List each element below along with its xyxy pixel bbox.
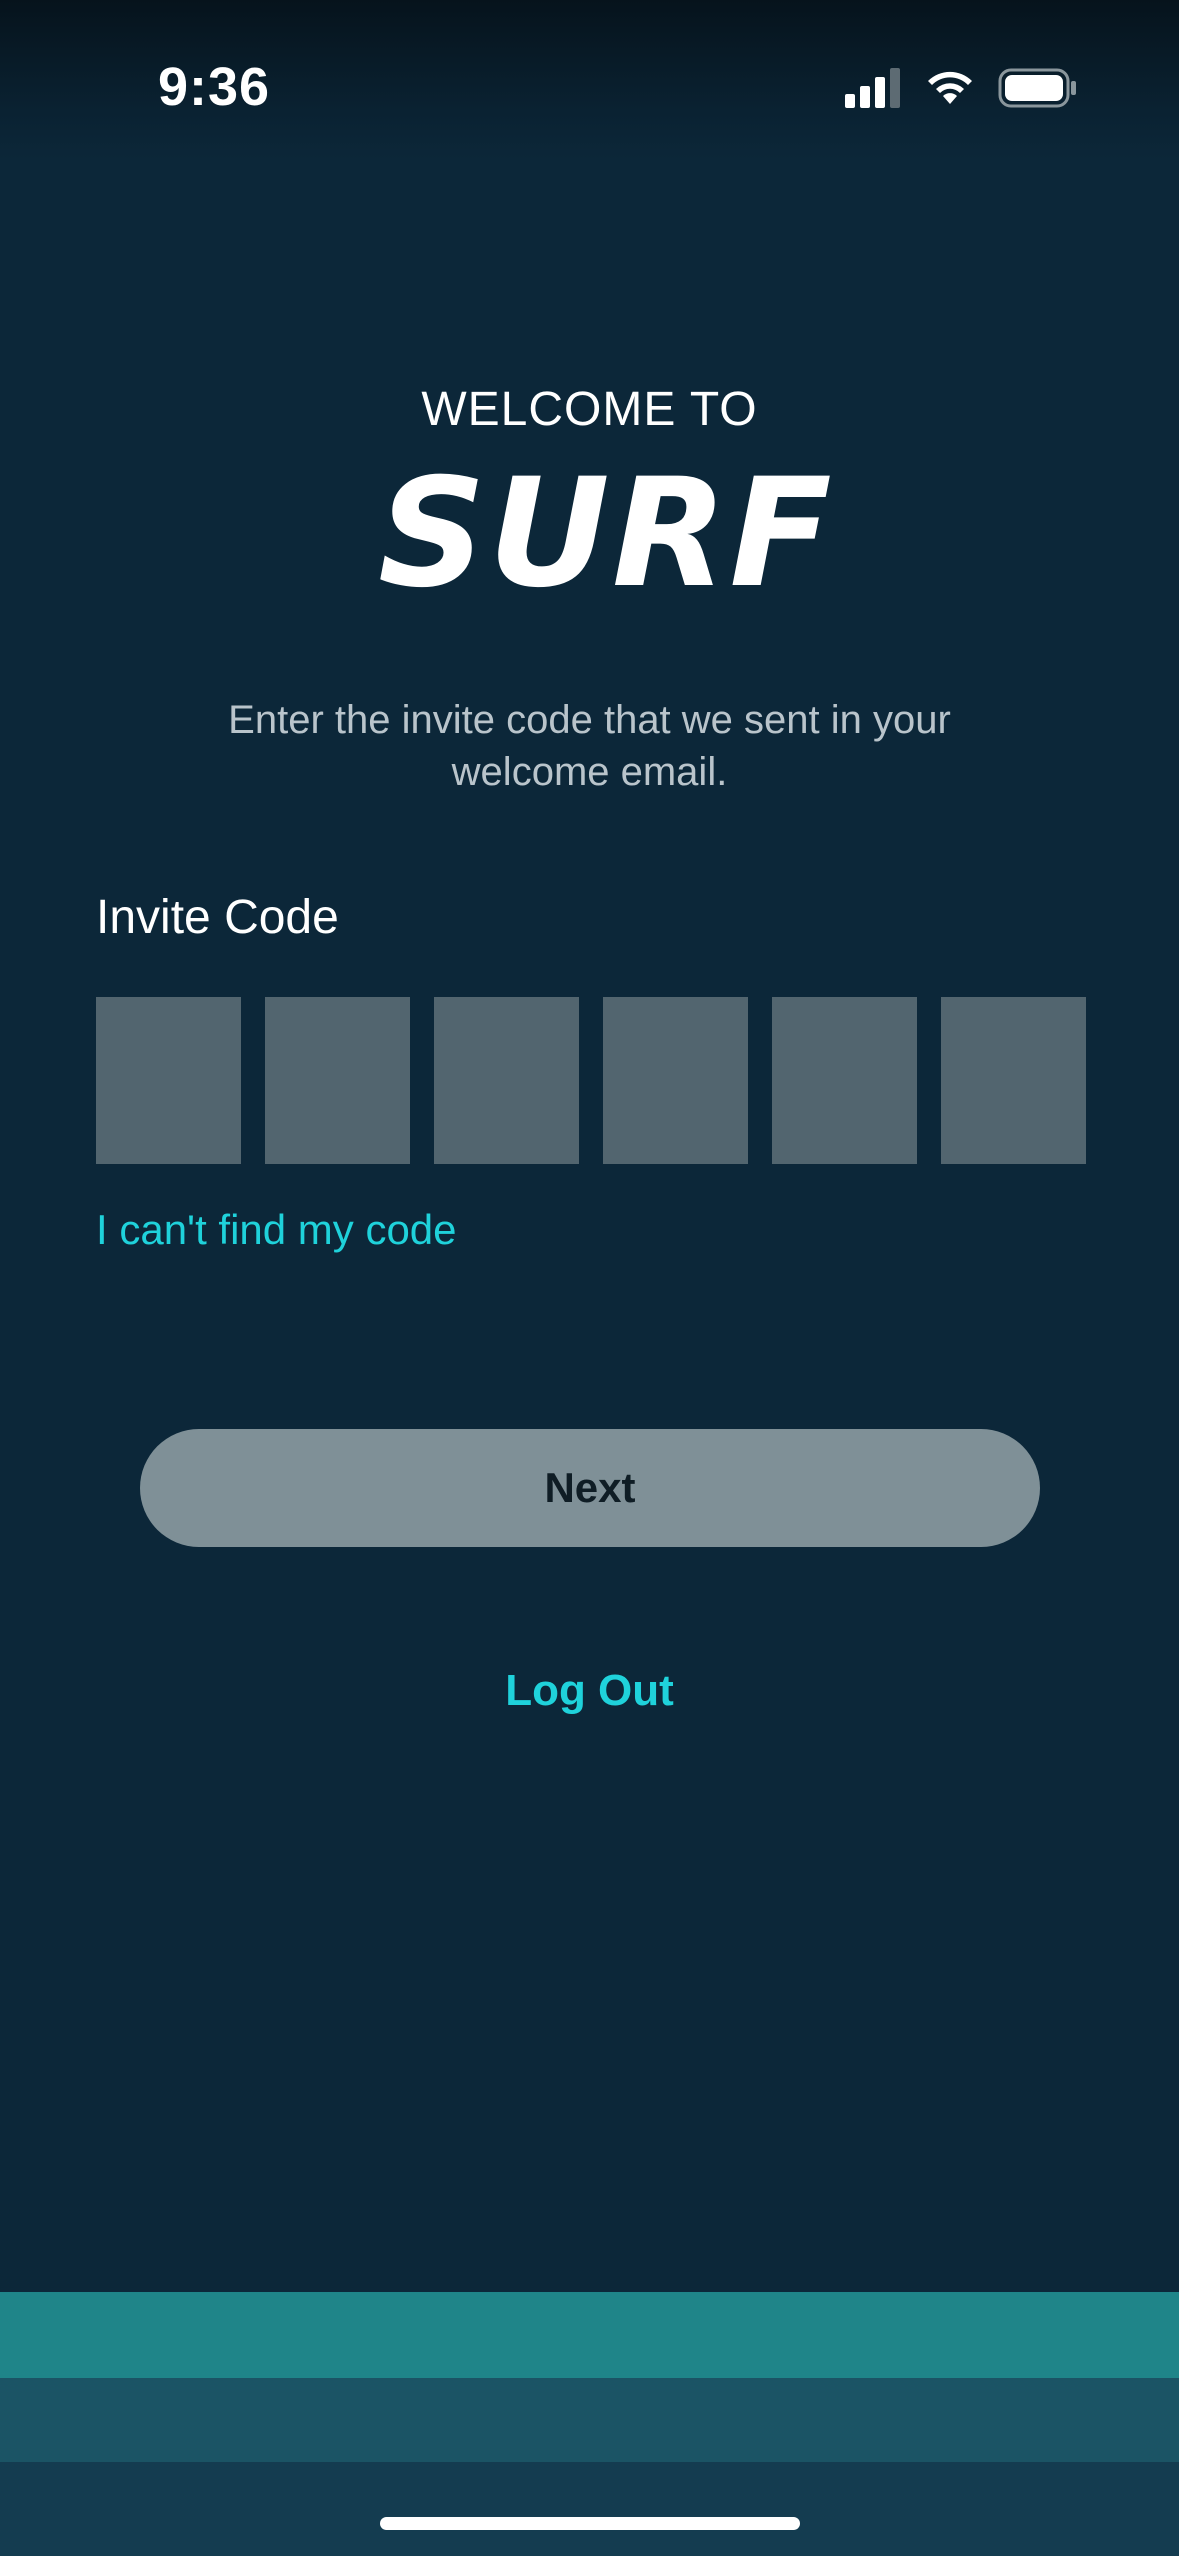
log-out-link[interactable]: Log Out [0, 1666, 1179, 1716]
surf-logo-text: SURF [378, 447, 834, 621]
invite-code-label: Invite Code [96, 891, 339, 944]
status-time: 9:36 [158, 57, 271, 117]
surf-logo: SURF [378, 447, 834, 621]
code-digit-box[interactable] [265, 997, 410, 1164]
next-button[interactable]: Next [140, 1429, 1040, 1547]
code-digit-box[interactable] [772, 997, 917, 1164]
wave-band-middle [0, 2378, 1179, 2462]
wave-band-bottom [0, 2462, 1179, 2556]
home-indicator[interactable] [380, 2517, 800, 2530]
code-digit-box[interactable] [603, 997, 748, 1164]
code-digit-box[interactable] [96, 997, 241, 1164]
instructions-text: Enter the invite code that we sent in yo… [228, 698, 951, 794]
wifi-icon [928, 71, 972, 104]
cant-find-code-link[interactable]: I can't find my code [96, 1206, 457, 1254]
code-digit-box[interactable] [434, 997, 579, 1164]
welcome-heading: WELCOME TO [421, 383, 758, 436]
battery-icon [998, 68, 1076, 108]
wave-band-top [0, 2292, 1179, 2378]
cellular-signal-icon [845, 68, 900, 108]
code-digit-box[interactable] [941, 997, 1086, 1164]
